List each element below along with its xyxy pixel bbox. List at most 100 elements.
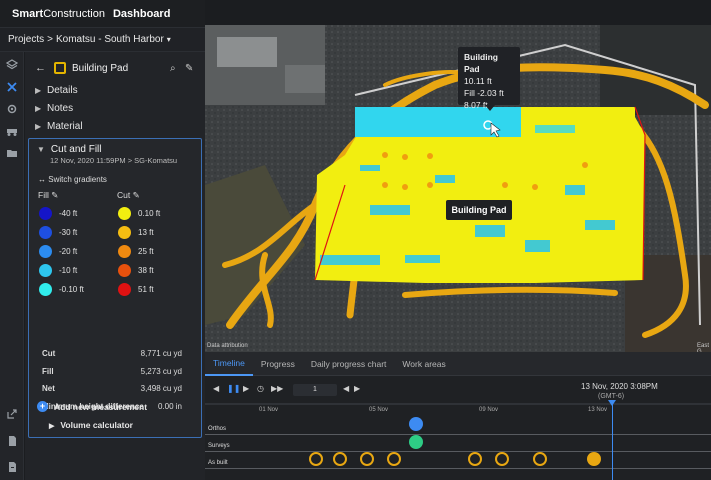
color-dot (118, 207, 131, 220)
breadcrumb-sep: > (47, 34, 53, 45)
timeline-cursor-handle[interactable] (608, 400, 616, 406)
add-measurement-button[interactable]: + Add new measurement (37, 401, 147, 412)
prev-icon[interactable]: ◀ (213, 384, 219, 393)
chevron-right-icon: ▶ (35, 121, 42, 131)
tab-work-areas[interactable]: Work areas (394, 352, 453, 376)
map-tooltip: Building Pad 10.11 ft Fill -2.03 ft 8.07… (458, 47, 520, 110)
as-built-marker[interactable] (333, 452, 347, 466)
gradient-label: -30 ft (59, 228, 78, 237)
gradient-swatch[interactable]: 0.10 ft (118, 207, 160, 220)
timeline-panel: ◀ ❚❚ ▶ ◷ ▶▶ 1 ◀ ▶ 13 Nov, 2020 3:08PM (G… (205, 376, 711, 480)
measurement-panel: ← Building Pad ⌕ ✎ ▶ Details ▶ Notes ▶ M… (25, 52, 205, 480)
cut-fill-header[interactable]: ▼ Cut and Fill (37, 144, 102, 155)
as-built-marker-selected[interactable] (587, 452, 601, 466)
as-built-marker[interactable] (533, 452, 547, 466)
row-line-orthos (205, 434, 711, 435)
gradient-label: -20 ft (59, 247, 78, 256)
pause-icon[interactable]: ❚❚ (227, 384, 240, 393)
color-dot (118, 283, 131, 296)
prev-page-icon[interactable]: ◀ (343, 384, 349, 393)
gradient-label: -0.10 ft (59, 285, 84, 294)
tab-timeline[interactable]: Timeline (205, 352, 253, 376)
gradient-swatch[interactable]: 51 ft (118, 283, 154, 296)
next-icon[interactable]: ▶ (243, 384, 249, 393)
row-line-surveys (205, 451, 711, 452)
export-icon[interactable] (5, 407, 19, 421)
gradient-label: 51 ft (138, 285, 154, 294)
ortho-marker[interactable] (409, 417, 423, 431)
machine-icon[interactable] (5, 124, 19, 138)
switch-label: Switch gradients (48, 175, 107, 184)
volume-calculator-toggle[interactable]: ▶ Volume calculator (49, 420, 133, 430)
settings-icon[interactable] (5, 102, 19, 116)
section-material[interactable]: ▶ Material (25, 117, 205, 135)
switch-gradients-button[interactable]: ↔ Switch gradients (38, 175, 107, 184)
gradient-swatch[interactable]: -10 ft (39, 264, 77, 277)
section-label: Material (47, 120, 83, 132)
gradient-swatch[interactable]: -0.10 ft (39, 283, 84, 296)
chevron-down-icon[interactable]: ▾ (167, 35, 171, 44)
report-icon[interactable] (5, 460, 19, 474)
zoom-icon[interactable]: ⌕ (170, 63, 176, 74)
chevron-right-icon: ▶ (35, 85, 42, 95)
cut-fill-title: Cut and Fill (50, 144, 102, 155)
tooltip-fill: Fill -2.03 ft (464, 88, 504, 98)
as-built-marker[interactable] (309, 452, 323, 466)
breadcrumb: Projects > Komatsu - South Harbor ▾ (0, 28, 205, 52)
as-built-marker[interactable] (387, 452, 401, 466)
color-dot (39, 207, 52, 220)
cut-fill-subtitle: 12 Nov, 2020 11:59PM > SG-Komatsu (50, 156, 178, 165)
tooltip-pointer (485, 105, 495, 111)
edit-icon[interactable]: ✎ (185, 63, 193, 74)
edit-icon[interactable]: ✎ (133, 190, 140, 200)
gradient-swatch[interactable]: -30 ft (39, 226, 77, 239)
gradient-swatch[interactable]: -40 ft (39, 207, 77, 220)
edit-icon[interactable]: ✎ (51, 190, 58, 200)
app-header: SmartConstruction Dashboard (0, 0, 205, 28)
tools-icon[interactable] (5, 80, 19, 94)
next-page-icon[interactable]: ▶ (354, 384, 360, 393)
clock-icon[interactable]: ◷ (257, 384, 264, 393)
gradient-swatch[interactable]: 25 ft (118, 245, 154, 258)
building-pad-map-label[interactable]: Building Pad (446, 200, 512, 220)
map-attribution[interactable]: Data attribution (207, 343, 248, 349)
skip-end-icon[interactable]: ▶▶ (271, 384, 283, 393)
row-label-as-built: As built (208, 460, 228, 466)
folder-icon[interactable] (5, 146, 19, 160)
section-notes[interactable]: ▶ Notes (25, 99, 205, 117)
brand-logo[interactable]: SmartConstruction (12, 8, 105, 20)
chevron-right-icon: ▶ (49, 423, 55, 430)
gradient-swatch[interactable]: 13 ft (118, 226, 154, 239)
file-icon[interactable] (5, 434, 19, 448)
as-built-marker[interactable] (360, 452, 374, 466)
icon-rail (0, 52, 24, 480)
cut-header: Cut ✎ (117, 190, 140, 200)
as-built-marker[interactable] (495, 452, 509, 466)
chevron-right-icon: ▶ (35, 103, 42, 113)
back-arrow-icon[interactable]: ← (35, 62, 46, 74)
layers-icon[interactable] (5, 58, 19, 72)
panel-header: ← Building Pad ⌕ ✎ (25, 57, 205, 79)
map-corner-label: East G (697, 343, 710, 352)
as-built-marker[interactable] (468, 452, 482, 466)
breadcrumb-root[interactable]: Projects (8, 34, 44, 45)
row-label-surveys: Surveys (208, 443, 230, 449)
timezone: (GMT-6) (598, 393, 625, 400)
gradient-swatch[interactable]: 38 ft (118, 264, 154, 277)
tab-daily-progress-chart[interactable]: Daily progress chart (303, 352, 395, 376)
tab-progress[interactable]: Progress (253, 352, 303, 376)
tick-label: 01 Nov (259, 407, 279, 413)
color-dot (39, 226, 52, 239)
project-selector[interactable]: Komatsu - South Harbor (56, 34, 164, 45)
section-label: Details (47, 84, 78, 96)
site-map[interactable]: Building Pad 10.11 ft Fill -2.03 ft 8.07… (205, 25, 711, 352)
section-label: Notes (47, 102, 74, 114)
survey-marker[interactable] (409, 435, 423, 449)
page-input[interactable]: 1 (293, 384, 337, 396)
color-dot (118, 245, 131, 258)
gradient-swatch[interactable]: -20 ft (39, 245, 77, 258)
timeline-cursor[interactable] (612, 403, 613, 480)
color-dot (118, 226, 131, 239)
gradient-label: 0.10 ft (138, 209, 161, 218)
section-details[interactable]: ▶ Details (25, 81, 205, 99)
